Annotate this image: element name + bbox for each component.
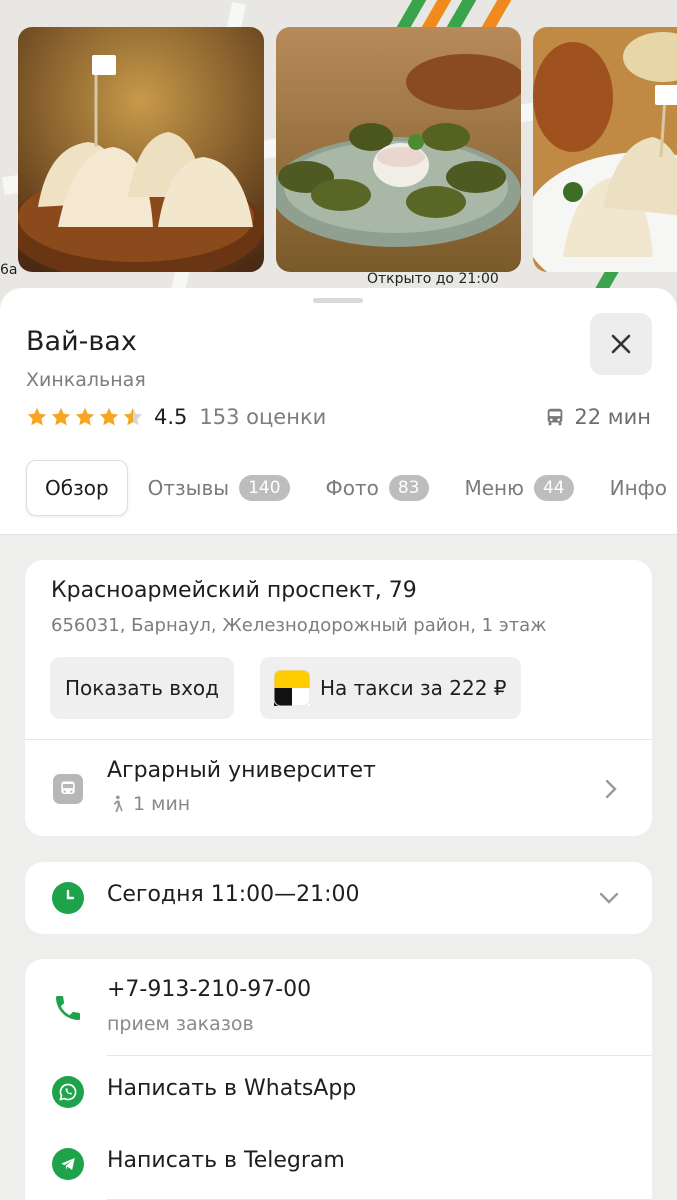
address-line[interactable]: Красноармейский проспект, 79: [51, 578, 417, 603]
tab-overview[interactable]: Обзор: [26, 460, 128, 516]
route-eta[interactable]: 22 мин: [544, 405, 651, 429]
taxi-logo-icon: [274, 670, 310, 706]
phone-row[interactable]: +7-913-210-97-00 прием заказов: [25, 959, 652, 1055]
walk-time: 1 мин: [107, 793, 190, 815]
place-header: Вай-вах Хинкальная 4.5 153 оценки 22 мин…: [0, 288, 677, 535]
map-label: 6а: [0, 262, 18, 278]
map-background[interactable]: 6а Открыто до 21:00: [0, 0, 677, 310]
place-category: Хинкальная: [26, 369, 146, 391]
telegram-label: Написать в Telegram: [107, 1148, 345, 1173]
sheet-grabber[interactable]: [313, 298, 363, 303]
photo-dolma[interactable]: [276, 27, 521, 272]
tab-label: Фото: [325, 476, 379, 500]
address-details: 656031, Барнаул, Железнодорожный район, …: [51, 615, 547, 636]
tab-count-badge: 44: [533, 475, 574, 501]
telegram-row[interactable]: Написать в Telegram: [25, 1128, 652, 1200]
button-label: Показать вход: [65, 676, 219, 700]
whatsapp-label: Написать в WhatsApp: [107, 1076, 357, 1101]
phone-note: прием заказов: [107, 1013, 254, 1035]
close-button[interactable]: [590, 313, 652, 375]
phone-number: +7-913-210-97-00: [107, 977, 312, 1002]
transit-stop-row[interactable]: Аграрный университет 1 мин: [25, 740, 652, 836]
tab-photos[interactable]: Фото 83: [326, 461, 429, 515]
address-card: Красноармейский проспект, 79 656031, Бар…: [25, 560, 652, 836]
tab-menu[interactable]: Меню 44: [465, 461, 574, 515]
tab-label: Обзор: [45, 476, 109, 500]
phone-icon: [56, 996, 80, 1020]
bus-stop-icon: [53, 774, 83, 804]
photo-khinkali-plate[interactable]: [533, 27, 677, 272]
hours-card[interactable]: Сегодня 11:00—21:00: [25, 862, 652, 934]
star-icon: [75, 407, 95, 426]
tab-bar: Обзор Отзывы 140 Фото 83 Меню 44 Инфо: [26, 460, 677, 516]
star-half-icon: [123, 407, 143, 426]
stop-name: Аграрный университет: [107, 758, 376, 783]
show-entrance-button[interactable]: Показать вход: [50, 657, 234, 719]
travel-time: 22 мин: [574, 405, 651, 429]
whatsapp-icon: [52, 1076, 84, 1108]
contacts-card: +7-913-210-97-00 прием заказов Написать …: [25, 959, 652, 1200]
place-name: Вай-вах: [26, 326, 137, 357]
tab-info[interactable]: Инфо: [610, 461, 667, 515]
photo-khinkali[interactable]: [18, 27, 264, 272]
tab-count-badge: 83: [388, 475, 429, 501]
tab-reviews[interactable]: Отзывы 140: [148, 461, 290, 515]
chevron-down-icon: [599, 892, 619, 904]
rating-row[interactable]: 4.5 153 оценки: [26, 405, 326, 429]
telegram-icon: [52, 1148, 84, 1180]
star-icon: [51, 407, 71, 426]
tab-label: Меню: [464, 476, 524, 500]
taxi-button[interactable]: На такси за 222 ₽: [260, 657, 521, 719]
place-card-sheet: Вай-вах Хинкальная 4.5 153 оценки 22 мин…: [0, 288, 677, 1200]
map-open-until-label: Открыто до 21:00: [367, 271, 499, 287]
star-icon: [99, 407, 119, 426]
tab-label: Отзывы: [147, 476, 230, 500]
star-icon: [27, 407, 47, 426]
hours-today: Сегодня 11:00—21:00: [107, 882, 360, 907]
tab-count-badge: 140: [239, 475, 290, 501]
walking-icon: [113, 795, 123, 813]
tab-label: Инфо: [609, 476, 667, 500]
rating-stars: [26, 406, 144, 428]
walk-time-value: 1 мин: [133, 793, 191, 815]
button-label: На такси за 222 ₽: [320, 676, 507, 700]
bus-icon: [548, 408, 563, 426]
rating-count[interactable]: 153 оценки: [199, 405, 326, 429]
rating-value: 4.5: [154, 405, 188, 429]
clock-icon: [52, 882, 84, 914]
whatsapp-row[interactable]: Написать в WhatsApp: [25, 1056, 652, 1128]
close-icon: [611, 334, 631, 354]
chevron-right-icon: [605, 779, 617, 799]
